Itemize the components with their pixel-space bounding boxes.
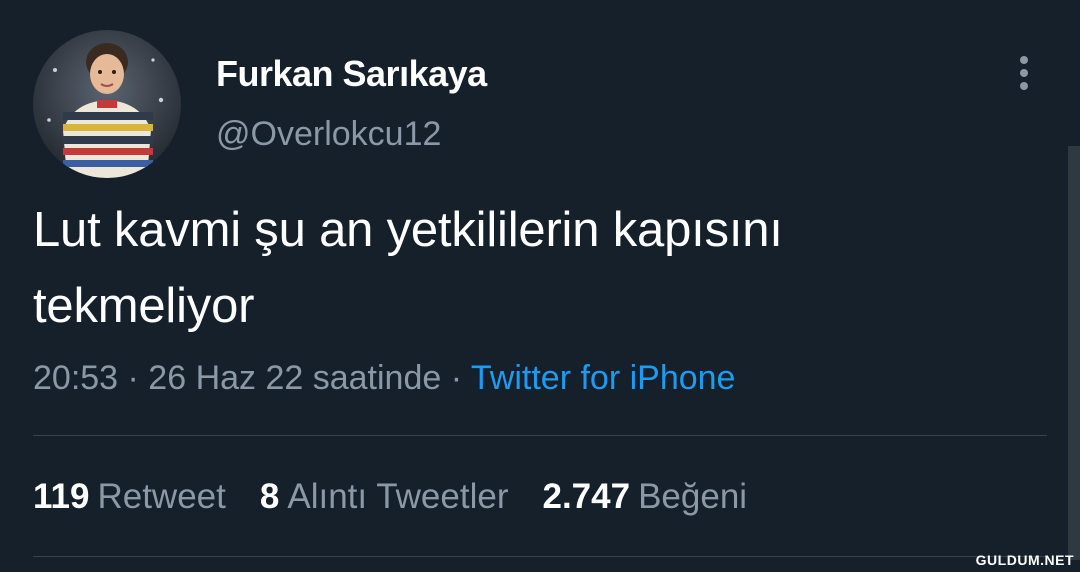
stat-count: 2.747 xyxy=(542,477,631,516)
more-vertical-icon[interactable] xyxy=(1006,52,1042,94)
like-count[interactable]: 2.747 Beğeni xyxy=(542,472,747,522)
tweet-text-line-1: Lut kavmi şu an yetkililerin kapısını xyxy=(33,203,783,257)
display-name[interactable]: Furkan Sarıkaya xyxy=(216,50,487,98)
stat-count: 119 xyxy=(33,477,90,516)
watermark: GULDUM.NET xyxy=(975,552,1074,568)
scrollbar[interactable] xyxy=(1068,146,1080,560)
stat-count: 8 xyxy=(259,477,280,516)
tweet-text-line-2: tekmeliyor xyxy=(33,279,255,333)
quote-tweet-count[interactable]: 8 Alıntı Tweetler xyxy=(260,472,509,522)
tweet-meta: 20:53 · 26 Haz 22 saatinde · Twitter for… xyxy=(33,354,735,402)
meta-separator: · xyxy=(441,359,471,397)
user-handle[interactable]: @Overlokcu12 xyxy=(216,110,441,158)
stat-label: Retweet xyxy=(97,477,226,516)
source-link[interactable]: Twitter for iPhone xyxy=(471,359,736,397)
divider xyxy=(33,435,1047,436)
divider xyxy=(33,556,1047,557)
avatar[interactable] xyxy=(33,30,181,178)
timestamp[interactable]: 20:53 · 26 Haz 22 saatinde xyxy=(33,359,441,397)
stat-label: Alıntı Tweetler xyxy=(287,477,509,516)
tweet-stats: 119 Retweet 8 Alıntı Tweetler 2.747 Beğeni xyxy=(33,472,781,522)
tweet-text: Lut kavmi şu an yetkililerin kapısını te… xyxy=(33,192,1033,344)
tweet-detail: Furkan Sarıkaya @Overlokcu12 Lut kavmi ş… xyxy=(0,0,1080,572)
stat-label: Beğeni xyxy=(638,477,748,516)
retweet-count[interactable]: 119 Retweet xyxy=(33,472,226,522)
